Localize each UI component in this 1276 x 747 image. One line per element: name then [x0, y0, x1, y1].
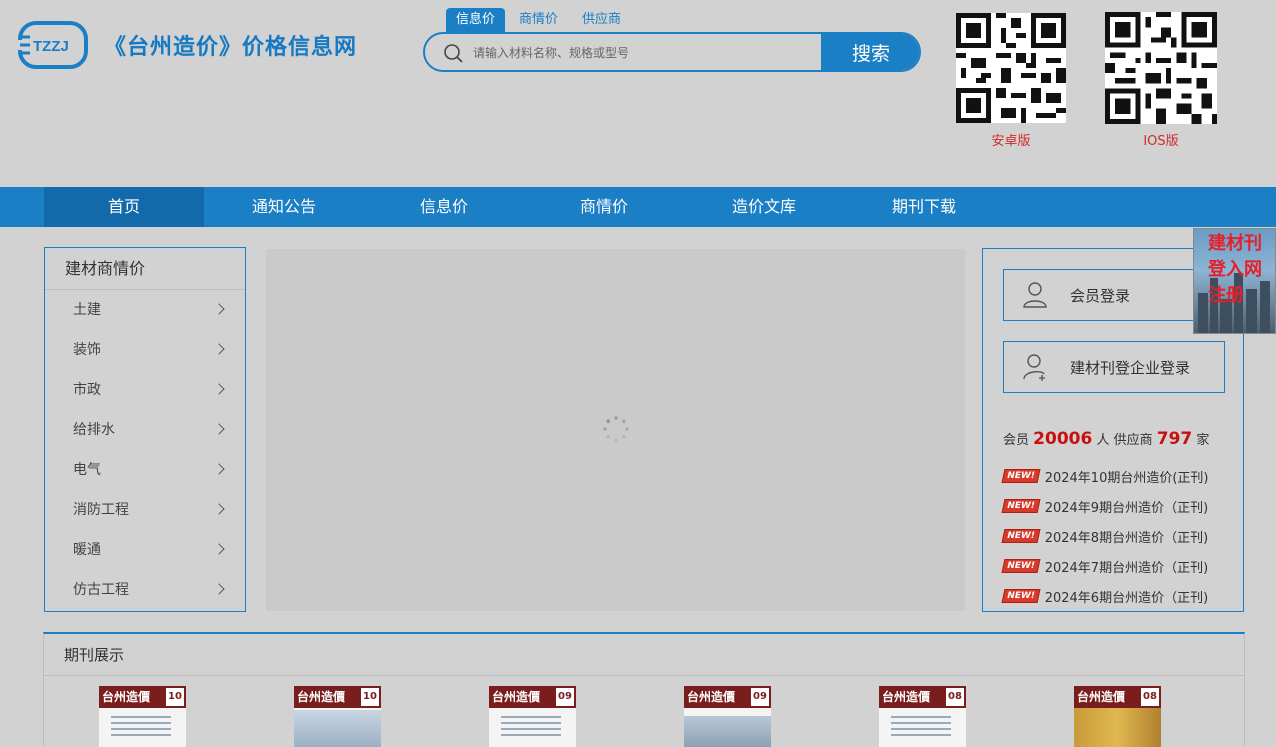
chevron-right-icon	[213, 383, 225, 395]
enterprise-login-button[interactable]: 建材刊登企业登录	[1003, 341, 1225, 393]
sidebar-item-label: 仿古工程	[73, 582, 129, 598]
chevron-right-icon	[213, 463, 225, 475]
news-list: NEW! 2024年10期台州造价(正刊) NEW! 2024年9期台州造价（正刊)…	[1001, 461, 1233, 611]
site-logo[interactable]: TZZJ 《台州造价》价格信息网	[18, 20, 357, 70]
sidebar-item-fire-protection[interactable]: 消防工程	[45, 490, 245, 530]
user-icon	[1023, 282, 1047, 308]
journal-showcase: 期刊展示 台州造價 10 台州造價 10 台州造價 09 台州造價 09 台州造…	[43, 632, 1245, 747]
android-qr-icon	[956, 13, 1066, 123]
search-tab-info-price[interactable]: 信息价	[446, 8, 506, 32]
sidebar-item-label: 电气	[73, 462, 101, 478]
logo-text: TZZJ	[33, 38, 69, 55]
news-item[interactable]: NEW! 2024年8期台州造价（正刊)	[1001, 521, 1233, 551]
sidebar-item-electrical[interactable]: 电气	[45, 450, 245, 490]
loading-spinner-icon	[603, 416, 629, 442]
sidebar-item-label: 消防工程	[73, 502, 129, 518]
news-title: 2024年9期台州造价（正刊)	[1044, 500, 1209, 516]
chevron-right-icon	[213, 423, 225, 435]
search-tab-supplier[interactable]: 供应商	[572, 8, 631, 32]
new-badge-icon: NEW!	[1001, 589, 1041, 603]
sidebar-item-hvac[interactable]: 暖通	[45, 530, 245, 570]
news-item[interactable]: NEW! 2024年6期台州造价（正刊)	[1001, 581, 1233, 611]
qr-ios: IOS版	[1104, 12, 1218, 149]
banner-carousel[interactable]	[266, 249, 965, 611]
cover-issue: 09	[556, 688, 574, 706]
nav-home[interactable]: 首页	[44, 187, 204, 227]
supplier-prefix: 供应商	[1113, 433, 1153, 448]
site-title: 《台州造价》价格信息网	[104, 35, 358, 60]
nav-market-price[interactable]: 商情价	[524, 187, 684, 227]
member-login-button[interactable]: 会员登录	[1003, 269, 1225, 321]
ios-qr-icon	[1105, 12, 1217, 124]
main-nav: 首页 通知公告 信息价 商情价 造价文库 期刊下载	[0, 187, 1276, 227]
site-stats: 会员 20006 人 供应商 797 家	[1003, 429, 1209, 449]
nav-notices[interactable]: 通知公告	[204, 187, 364, 227]
new-badge-icon: NEW!	[1001, 469, 1041, 483]
journal-cover[interactable]: 台州造價 10	[294, 686, 381, 747]
sidebar-item-label: 装饰	[73, 342, 101, 358]
sidebar-item-label: 土建	[73, 302, 101, 318]
floating-ad-text: 建材刊登入网注册	[1208, 233, 1262, 306]
journal-cover[interactable]: 台州造價 09	[684, 686, 771, 747]
journal-cover[interactable]: 台州造價 08	[879, 686, 966, 747]
chevron-right-icon	[213, 503, 225, 515]
new-badge-icon: NEW!	[1001, 529, 1041, 543]
sidebar-item-label: 暖通	[73, 542, 101, 558]
chevron-right-icon	[213, 543, 225, 555]
cover-issue: 10	[361, 688, 379, 706]
chevron-right-icon	[213, 343, 225, 355]
nav-info-price[interactable]: 信息价	[364, 187, 524, 227]
nav-journal-download[interactable]: 期刊下载	[844, 187, 1004, 227]
journal-cover[interactable]: 台州造價 08	[1074, 686, 1161, 747]
sidebar-item-plumbing[interactable]: 给排水	[45, 410, 245, 450]
search-icon	[444, 44, 463, 63]
qr-ios-label: IOS版	[1143, 134, 1179, 149]
cover-issue: 10	[166, 688, 184, 706]
sidebar-item-label: 给排水	[73, 422, 115, 438]
journal-section-title: 期刊展示	[44, 634, 1244, 676]
logo-icon: TZZJ	[18, 20, 90, 70]
news-title: 2024年8期台州造价（正刊)	[1044, 530, 1209, 546]
chevron-right-icon	[213, 583, 225, 595]
member-prefix: 会员	[1003, 433, 1030, 448]
enterprise-login-label: 建材刊登企业登录	[1070, 358, 1191, 377]
sidebar-item-municipal[interactable]: 市政	[45, 370, 245, 410]
news-item[interactable]: NEW! 2024年10期台州造价(正刊)	[1001, 461, 1233, 491]
sidebar-item-antique[interactable]: 仿古工程	[45, 570, 245, 610]
new-badge-icon: NEW!	[1001, 499, 1041, 513]
qr-android: 安卓版	[956, 12, 1066, 149]
floating-ad[interactable]: 建材刊登入网注册	[1193, 228, 1276, 334]
search-button[interactable]: 搜索	[821, 34, 919, 70]
news-item[interactable]: NEW! 2024年9期台州造价（正刊)	[1001, 491, 1233, 521]
category-sidebar: 建材商情价 土建 装饰 市政 给排水 电气 消防工程 暖通 仿古工程	[44, 247, 246, 612]
cover-issue: 09	[751, 688, 769, 706]
cover-issue: 08	[1141, 688, 1159, 706]
sidebar-title: 建材商情价	[45, 248, 245, 290]
cover-issue: 08	[946, 688, 964, 706]
member-login-label: 会员登录	[1070, 286, 1131, 305]
new-badge-icon: NEW!	[1001, 559, 1041, 573]
supplier-count: 797	[1156, 429, 1193, 449]
search-tabs: 信息价 商情价 供应商	[446, 8, 631, 32]
journal-covers: 台州造價 10 台州造價 10 台州造價 09 台州造價 09 台州造價 08 …	[99, 686, 1161, 747]
sidebar-item-decoration[interactable]: 装饰	[45, 330, 245, 370]
search-tab-market-price[interactable]: 商情价	[509, 8, 568, 32]
news-title: 2024年6期台州造价（正刊)	[1044, 590, 1209, 606]
sidebar-item-label: 市政	[73, 382, 101, 398]
news-item[interactable]: NEW! 2024年7期台州造价（正刊)	[1001, 551, 1233, 581]
supplier-unit: 家	[1196, 433, 1210, 448]
journal-cover[interactable]: 台州造價 09	[489, 686, 576, 747]
nav-cost-library[interactable]: 造价文库	[684, 187, 844, 227]
sidebar-item-civil[interactable]: 土建	[45, 290, 245, 330]
add-user-icon	[1023, 354, 1045, 381]
chevron-right-icon	[213, 303, 225, 315]
journal-cover[interactable]: 台州造價 10	[99, 686, 186, 747]
search-box: 搜索	[423, 32, 921, 72]
qr-android-label: 安卓版	[991, 134, 1031, 149]
news-title: 2024年10期台州造价(正刊)	[1044, 470, 1209, 486]
search-input[interactable]	[473, 42, 813, 64]
member-count: 20006	[1033, 429, 1093, 449]
member-unit: 人	[1096, 433, 1110, 448]
news-title: 2024年7期台州造价（正刊)	[1044, 560, 1209, 576]
